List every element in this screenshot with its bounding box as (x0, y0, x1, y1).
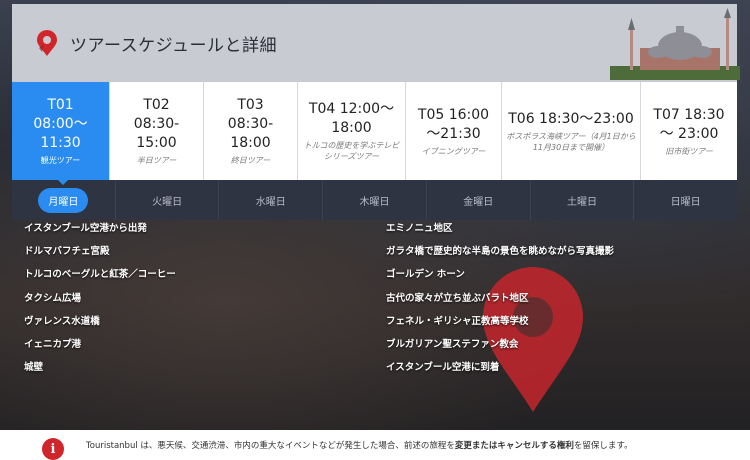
tab-t07-sub: 旧市街ツアー (665, 146, 713, 156)
info-icon: i (42, 438, 64, 460)
day-tab-sunday[interactable]: 日曜日 (634, 180, 737, 220)
tab-t06-sub: ボスポラス海峡ツアー（4月1日から 11月30日まで開催） (506, 131, 636, 152)
day-tab-label: 土曜日 (566, 196, 597, 208)
disclaimer-footer: i Touristanbul は、悪天候、交通渋滞、市内の重大なイベントなどが発… (0, 430, 750, 460)
tab-t01-start: 08:00〜 (33, 116, 88, 132)
tab-t05[interactable]: T05 16:00 〜21:30 イブニングツアー (406, 82, 502, 180)
tab-t03-sub: 終日ツアー (230, 156, 271, 165)
day-tab-label: 水曜日 (255, 196, 286, 208)
tab-t02-sub: 半日ツアー (136, 156, 177, 165)
tab-t02-start: 08:30- (133, 116, 180, 132)
tab-t05-code: T05 16:00 (417, 106, 490, 123)
day-tab-wednesday[interactable]: 水曜日 (219, 180, 324, 220)
list-item: 城壁 (24, 362, 44, 374)
day-tab-label: 火曜日 (152, 196, 183, 208)
list-item: イスタンブール空港に到着 (386, 362, 500, 374)
tab-t02-end: 15:00 (136, 135, 177, 151)
tab-t03-code: T03 (237, 97, 264, 113)
page-title: ツアースケジュールと詳細 (70, 35, 277, 56)
tab-t01-end: 11:30 (40, 135, 81, 151)
tab-t06[interactable]: T06 18:30〜23:00 ボスポラス海峡ツアー（4月1日から 11月30日… (502, 82, 641, 180)
disclaimer-text: Touristanbul は、悪天候、交通渋滞、市内の重大なイベントなどが発生し… (86, 439, 633, 451)
list-item: ブルガリアン聖ステファン教会 (386, 338, 519, 350)
tab-t07[interactable]: T07 18:30 〜 23:00 旧市街ツアー (641, 82, 737, 180)
tab-t01-sub: 観光ツアー (40, 156, 81, 165)
day-tab-tuesday[interactable]: 火曜日 (116, 180, 220, 220)
tour-tabs: T01 08:00〜 11:30 観光ツアー T02 08:30- 15:00 … (12, 82, 737, 180)
list-item: イェニカプ港 (24, 338, 82, 350)
tab-t06-code: T06 18:30〜23:00 (508, 110, 634, 127)
list-item: ドルマバフチェ宮殿 (24, 246, 110, 258)
tab-t04-code: T04 12:00〜 (308, 101, 395, 117)
tab-t04-end: 18:00 (331, 120, 372, 136)
list-item: トルコのベーグルと紅茶／コーヒー (24, 269, 176, 281)
list-item: ヴァレンス水道橋 (24, 315, 100, 327)
tab-t05-sub: イブニングツアー (421, 146, 486, 156)
day-tab-label: 金曜日 (463, 196, 494, 208)
tab-t04[interactable]: T04 12:00〜 18:00 トルコの歴史を学ぶテレビシリーズツアー (298, 82, 406, 180)
list-item: 古代の家々が立ち並ぶバラト地区 (386, 292, 529, 304)
day-tabs: 月曜日 火曜日 水曜日 木曜日 金曜日 土曜日 日曜日 (12, 180, 737, 220)
tab-t03[interactable]: T03 08:30- 18:00 終日ツアー (204, 82, 298, 180)
tab-t05-end: 〜21:30 (426, 125, 481, 142)
list-item: ガラタ橋で歴史的な半島の景色を眺めながら写真撮影 (386, 246, 615, 258)
tab-t01-code: T01 (47, 97, 74, 113)
day-tab-label: 月曜日 (38, 187, 89, 213)
disclaimer-text-bold: 変更またはキャンセルする権利 (454, 441, 574, 451)
tab-t04-sub: トルコの歴史を学ぶテレビシリーズツアー (303, 141, 400, 161)
day-tab-label: 木曜日 (359, 196, 390, 208)
itinerary-left-column: イスタンブール空港から出発 ドルマバフチェ宮殿 トルコのベーグルと紅茶／コーヒー… (24, 222, 176, 384)
tab-t02-code: T02 (143, 97, 170, 113)
day-tab-friday[interactable]: 金曜日 (427, 180, 531, 220)
hagia-sophia-icon (610, 8, 740, 80)
day-tab-monday[interactable]: 月曜日 (12, 180, 116, 220)
tab-t03-end: 18:00 (230, 135, 271, 151)
tab-t07-code: T07 18:30 (653, 106, 725, 123)
list-item: イスタンブール空港から出発 (24, 223, 147, 234)
disclaimer-text-start: Touristanbul は、悪天候、交通渋滞、市内の重大なイベントなどが発生し… (86, 441, 455, 451)
list-item: フェネル・ギリシャ正教高等学校 (386, 315, 529, 327)
tab-t02[interactable]: T02 08:30- 15:00 半日ツアー (110, 82, 204, 180)
list-item: エミノニュ地区 (386, 223, 453, 234)
tab-t01[interactable]: T01 08:00〜 11:30 観光ツアー (12, 82, 110, 180)
tab-t07-end: 〜 23:00 (659, 125, 719, 142)
disclaimer-text-end: を留保します。 (573, 441, 633, 451)
list-item: タクシム広場 (24, 292, 82, 304)
day-tab-saturday[interactable]: 土曜日 (531, 180, 635, 220)
day-tab-label: 日曜日 (670, 196, 701, 208)
day-tab-thursday[interactable]: 木曜日 (323, 180, 427, 220)
location-pin-icon (37, 30, 57, 56)
itinerary-right-column: エミノニュ地区 ガラタ橋で歴史的な半島の景色を眺めながら写真撮影 ゴールデン ホ… (386, 222, 614, 384)
list-item: ゴールデン ホーン (386, 269, 465, 281)
tab-t03-start: 08:30- (227, 116, 274, 132)
